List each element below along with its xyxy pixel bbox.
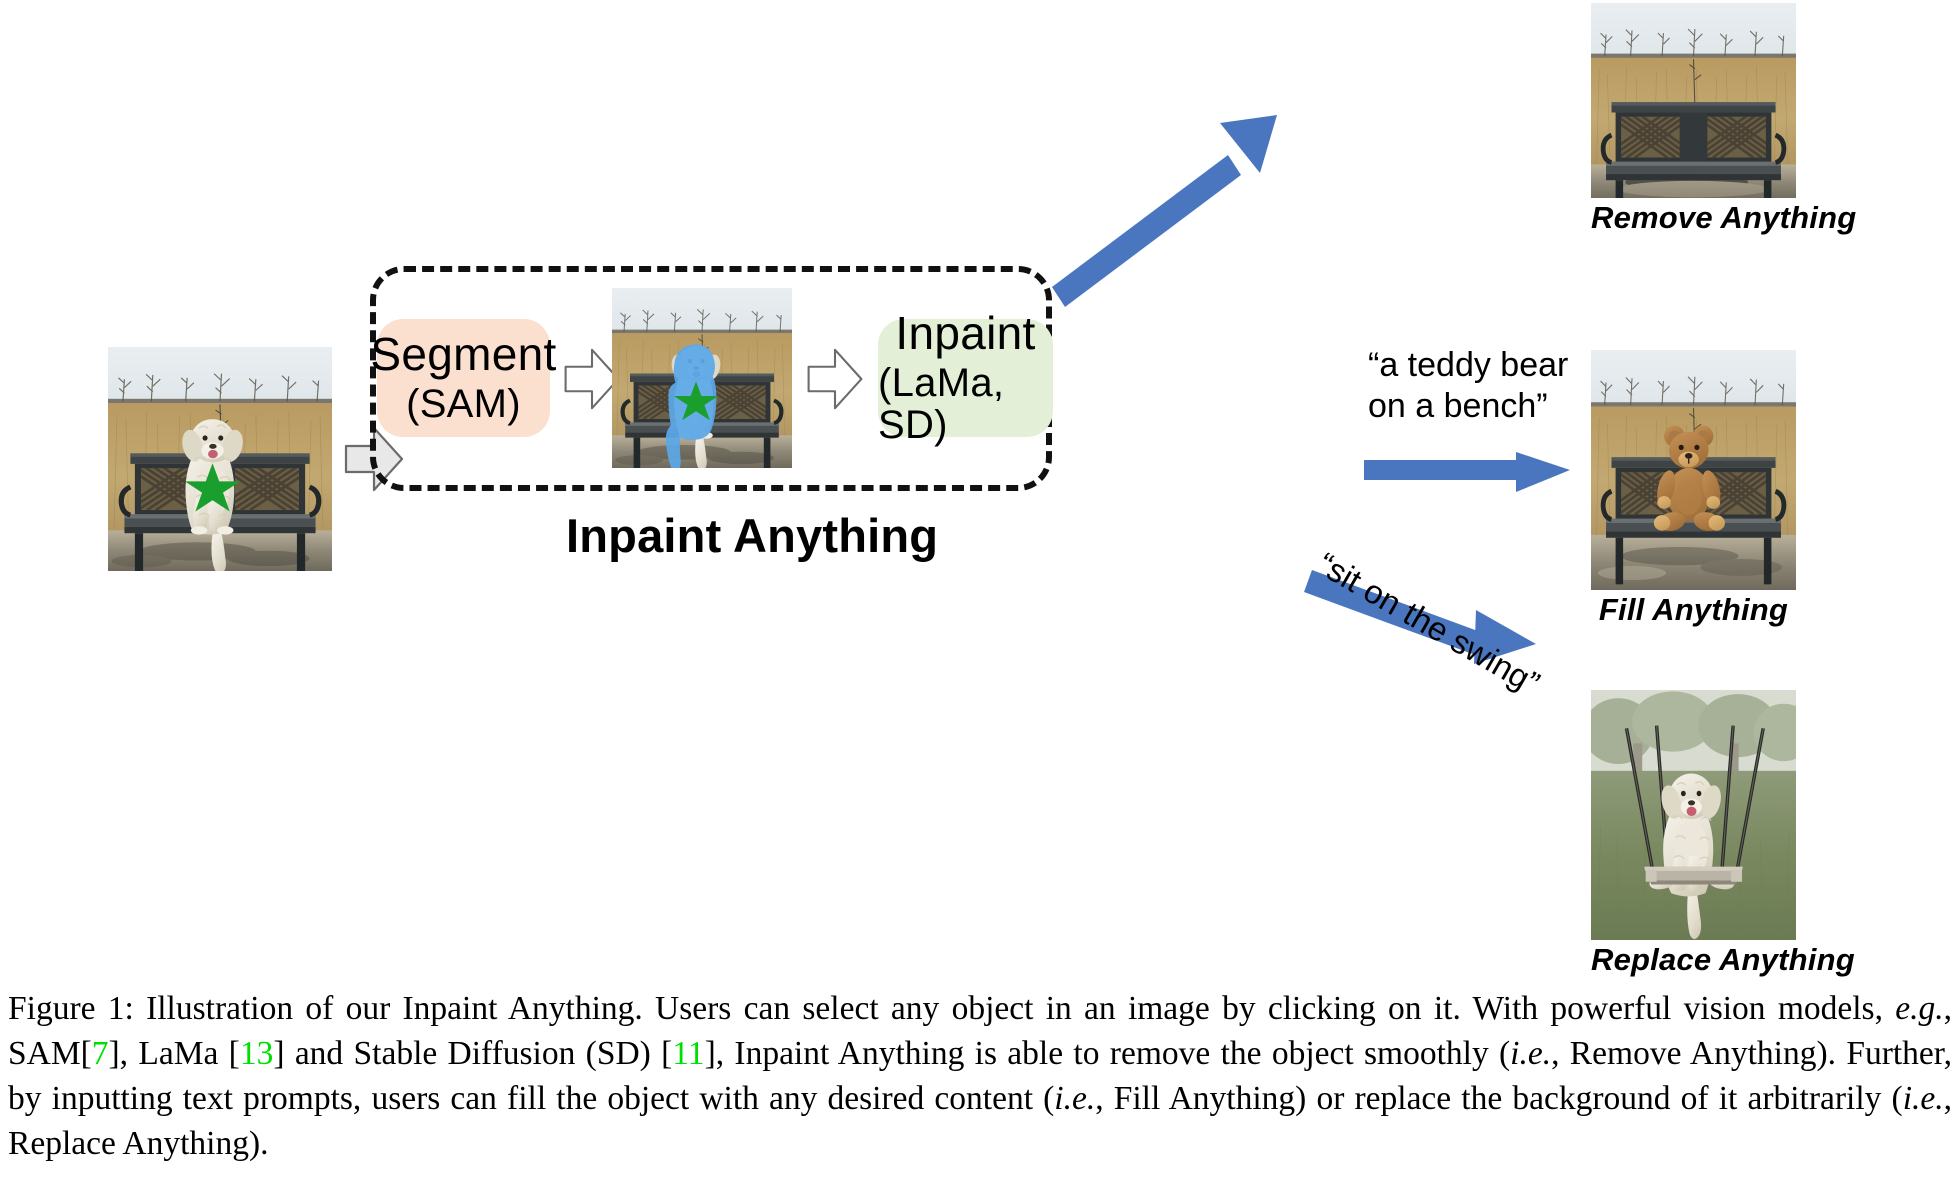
prompt-fill-line1: “a teddy bear xyxy=(1368,346,1569,384)
figure-canvas: Segment (SAM) Inpaint (LaMa, SD) Inpaint… xyxy=(0,0,1958,977)
prompt-fill: “a teddy bear on a bench” xyxy=(1368,345,1568,428)
flow-arrow-3 xyxy=(806,346,864,412)
masked-photo xyxy=(612,288,792,468)
pipeline-title: Inpaint Anything xyxy=(566,509,939,562)
stage-inpaint-subtitle: (LaMa, SD) xyxy=(878,360,1005,448)
stage-box-segment[interactable]: Segment (SAM) xyxy=(370,319,556,437)
blue-arrow-remove xyxy=(1052,95,1292,307)
output-photo-remove xyxy=(1591,3,1796,198)
output-label-remove: Remove Anything xyxy=(1591,200,1857,235)
stage-box-inpaint[interactable]: Inpaint (LaMa, SD) xyxy=(878,309,1053,447)
output-label-replace: Replace Anything xyxy=(1591,942,1855,977)
caption-text: Figure 1: Illustration of our Inpaint An… xyxy=(8,990,1952,1163)
input-photo xyxy=(108,347,332,571)
stage-segment-subtitle: (SAM) xyxy=(406,382,521,427)
stage-inpaint-title: Inpaint xyxy=(895,307,1036,360)
output-photo-fill xyxy=(1591,350,1796,590)
figure-caption: Figure 1: Illustration of our Inpaint An… xyxy=(8,986,1952,1166)
prompt-fill-line2: on a bench” xyxy=(1368,387,1548,426)
output-photo-replace xyxy=(1591,690,1796,940)
output-label-fill: Fill Anything xyxy=(1598,592,1789,627)
stage-segment-title: Segment xyxy=(370,328,557,381)
